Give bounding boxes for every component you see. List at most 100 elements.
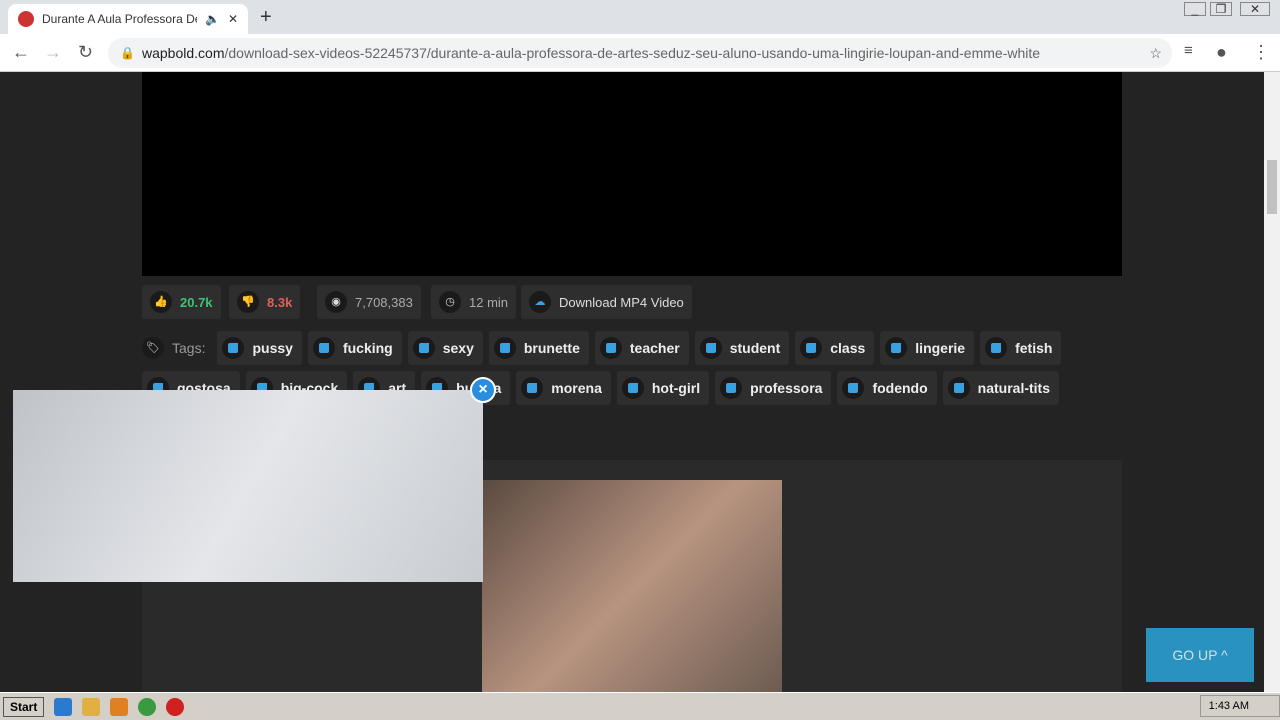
views-count: 7,708,383 bbox=[355, 294, 413, 310]
tag-label: fodendo bbox=[872, 380, 928, 396]
dislike-count: 8.3k bbox=[267, 294, 293, 310]
video-player[interactable] bbox=[142, 72, 1122, 276]
browser-toolbar: ← → ↻ 🔒 wapbold.com/download-sex-videos-… bbox=[0, 34, 1280, 72]
tag-pussy[interactable]: pussy bbox=[217, 331, 302, 365]
tag-label: class bbox=[830, 340, 866, 356]
tag-hot-girl[interactable]: hot-girl bbox=[616, 371, 710, 405]
scrollbar[interactable] bbox=[1264, 72, 1280, 692]
chrome-icon[interactable] bbox=[138, 697, 157, 716]
tag-label: professora bbox=[750, 380, 823, 396]
tag-label: teacher bbox=[629, 340, 680, 356]
system-tray: 1:43 AM bbox=[1199, 695, 1280, 717]
tag-icon bbox=[947, 377, 970, 399]
duration-stat: ◷ 12 min bbox=[431, 285, 517, 319]
profile-icon[interactable]: ● bbox=[1216, 42, 1227, 63]
scrollbar-thumb[interactable] bbox=[1267, 160, 1277, 214]
close-popup-button[interactable]: × bbox=[470, 377, 496, 403]
tag-brunette[interactable]: brunette bbox=[488, 331, 589, 365]
download-label: Download MP4 Video bbox=[559, 294, 684, 310]
tag-fetish[interactable]: fetish bbox=[980, 331, 1062, 365]
tag-icon bbox=[985, 337, 1008, 359]
duration-value: 12 min bbox=[469, 294, 509, 310]
media-player-icon[interactable] bbox=[110, 697, 129, 716]
tags-label: 🏷 Tags: bbox=[142, 331, 211, 365]
url-path: /download-sex-videos-52245737/durante-a-… bbox=[224, 45, 1041, 61]
media-icon[interactable]: ≡ bbox=[1184, 42, 1193, 59]
tag-natural-tits[interactable]: natural-tits bbox=[942, 371, 1060, 405]
clock: 1:43 AM bbox=[1208, 700, 1249, 712]
tag-label: brunette bbox=[523, 340, 580, 356]
tag-label: sexy bbox=[442, 340, 474, 356]
views-stat: ◉ 7,708,383 bbox=[317, 285, 421, 319]
tag-morena[interactable]: morena bbox=[516, 371, 611, 405]
watermark: ANY RUN bbox=[1040, 684, 1253, 692]
tag-sexy[interactable]: sexy bbox=[407, 331, 483, 365]
tag-icon bbox=[312, 337, 335, 359]
audio-icon: 🔈 bbox=[204, 12, 220, 26]
like-count: 20.7k bbox=[180, 294, 213, 310]
back-icon[interactable]: ← bbox=[12, 42, 30, 63]
start-button[interactable]: Start bbox=[3, 696, 45, 717]
tag-teacher[interactable]: teacher bbox=[594, 331, 689, 365]
tag-fucking[interactable]: fucking bbox=[307, 331, 402, 365]
forward-icon[interactable]: → bbox=[44, 42, 62, 63]
tab-bar: Durante A Aula Professora De A 🔈 ✕ + _ ❐… bbox=[0, 0, 1280, 34]
tag-icon bbox=[222, 337, 245, 359]
opera-icon[interactable] bbox=[166, 697, 185, 716]
eye-icon: ◉ bbox=[325, 291, 347, 313]
cloud-download-icon: ☁ bbox=[529, 291, 551, 313]
tag-label: hot-girl bbox=[651, 380, 701, 396]
tag-icon bbox=[621, 377, 644, 399]
tag-icon bbox=[720, 377, 743, 399]
tag-lingerie[interactable]: lingerie bbox=[880, 331, 975, 365]
video-thumbnail[interactable] bbox=[482, 480, 782, 692]
thumbs-down-icon: 👎 bbox=[237, 291, 259, 313]
close-window-button[interactable]: ✕ bbox=[1240, 2, 1270, 16]
bookmark-star-icon[interactable]: ☆ bbox=[1149, 38, 1162, 68]
tag-label: lingerie bbox=[915, 340, 966, 356]
tag-professora[interactable]: professora bbox=[715, 371, 832, 405]
tag-label: fetish bbox=[1015, 340, 1053, 356]
tag-icon bbox=[521, 377, 544, 399]
url-domain: wapbold.com bbox=[142, 45, 225, 61]
favicon-icon bbox=[18, 11, 34, 27]
ie-icon[interactable] bbox=[54, 697, 73, 716]
tag-fodendo[interactable]: fodendo bbox=[837, 371, 937, 405]
address-bar[interactable]: 🔒 wapbold.com/download-sex-videos-522457… bbox=[108, 38, 1172, 68]
download-button[interactable]: ☁ Download MP4 Video bbox=[521, 285, 692, 319]
dislike-button[interactable]: 👎 8.3k bbox=[229, 285, 301, 319]
taskbar: Start 1:43 AM bbox=[0, 692, 1280, 720]
like-button[interactable]: 👍 20.7k bbox=[142, 285, 221, 319]
close-tab-icon[interactable]: ✕ bbox=[228, 12, 238, 26]
lock-icon: 🔒 bbox=[120, 46, 135, 60]
tag-icon bbox=[412, 337, 435, 359]
go-up-button[interactable]: GO UP ^ bbox=[1146, 628, 1254, 682]
tag-label: fucking bbox=[342, 340, 393, 356]
clock-icon: ◷ bbox=[439, 291, 461, 313]
tag-student[interactable]: student bbox=[694, 331, 790, 365]
tag-label: student bbox=[729, 340, 781, 356]
tags-label-text: Tags: bbox=[172, 340, 206, 356]
tag-icon bbox=[885, 337, 908, 359]
restore-button[interactable]: ❐ bbox=[1210, 2, 1232, 16]
tag-label: morena bbox=[551, 380, 602, 396]
tag-icon bbox=[699, 337, 722, 359]
tag-icon bbox=[800, 337, 823, 359]
menu-icon[interactable]: ⋮ bbox=[1252, 42, 1270, 63]
tag-label: natural-tits bbox=[977, 380, 1051, 396]
page-content: 👍 20.7k 👎 8.3k ◉ 7,708,383 ◷ 12 min ☁ Downloa… bbox=[0, 72, 1264, 692]
tag-icon bbox=[599, 337, 622, 359]
tag-label: pussy bbox=[252, 340, 293, 356]
tags-icon: 🏷 bbox=[142, 337, 164, 359]
tab-title: Durante A Aula Professora De A bbox=[42, 12, 197, 26]
reload-icon[interactable]: ↻ bbox=[78, 42, 93, 63]
tag-icon bbox=[842, 377, 865, 399]
tag-class[interactable]: class bbox=[795, 331, 875, 365]
popup-ad-video[interactable] bbox=[13, 390, 483, 582]
thumbs-up-icon: 👍 bbox=[150, 291, 172, 313]
explorer-icon[interactable] bbox=[82, 697, 101, 716]
minimize-button[interactable]: _ bbox=[1184, 2, 1206, 16]
browser-tab[interactable]: Durante A Aula Professora De A 🔈 ✕ bbox=[8, 4, 248, 34]
new-tab-button[interactable]: + bbox=[260, 6, 272, 29]
tag-icon bbox=[493, 337, 516, 359]
